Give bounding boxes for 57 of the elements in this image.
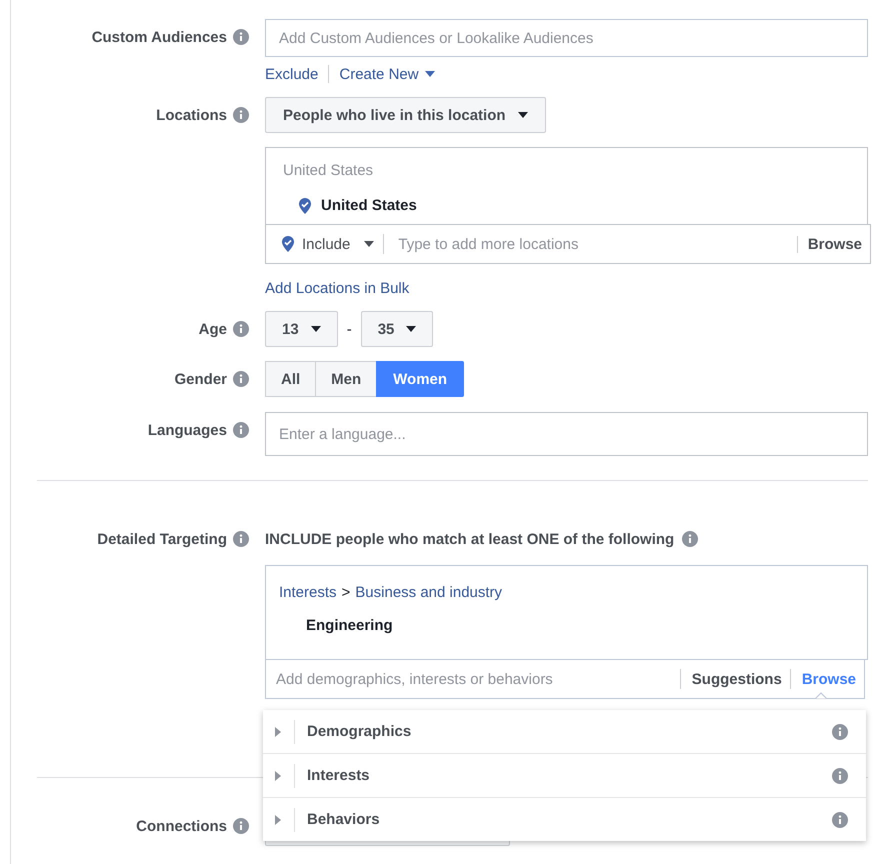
location-type-dropdown[interactable]: People who live in this location [265, 97, 546, 133]
caret-icon [518, 112, 528, 118]
expand-caret-icon[interactable] [274, 770, 282, 780]
field-label: Detailed Targeting [97, 530, 227, 548]
tab[interactable]: Browse [790, 669, 864, 689]
info-icon[interactable] [682, 531, 698, 547]
selected-interest: Engineering [305, 617, 394, 634]
breadcrumb-link[interactable]: Interests [279, 584, 337, 601]
info-icon[interactable] [832, 812, 848, 828]
bulk-link[interactable]: Add Locations in Bulk [265, 280, 410, 297]
field-label: Age [198, 320, 227, 338]
selected-location: United States [321, 197, 417, 214]
menu-item[interactable]: Interests [263, 754, 866, 798]
info-icon[interactable] [233, 371, 249, 387]
breadcrumb-link[interactable]: Business and industry [355, 584, 502, 601]
gender-option[interactable]: Women [376, 361, 464, 397]
include-dropdown[interactable]: Include [266, 234, 384, 254]
field-label: Locations [156, 106, 227, 124]
menu-item[interactable]: Demographics [263, 710, 866, 754]
custom-audiences-field[interactable]: Add Custom Audiences or Lookalike Audiences [265, 19, 868, 57]
tab[interactable]: Suggestions [680, 669, 790, 689]
field-label: Connections [136, 818, 227, 834]
expand-caret-icon[interactable] [274, 814, 282, 824]
pointer-icon [815, 692, 827, 699]
info-icon[interactable] [233, 422, 249, 438]
field-label: Gender [174, 370, 227, 388]
link[interactable]: Create New [339, 66, 435, 82]
info-icon[interactable] [233, 107, 249, 123]
caret-icon [424, 71, 435, 77]
gender-option[interactable]: Men [315, 361, 378, 397]
targeting-search-bar[interactable]: Add demographics, interests or behaviors Suggestions Browse [265, 660, 865, 699]
location-group-title: United States [283, 162, 374, 179]
include-heading: INCLUDE people who match at least ONE of the following [265, 530, 674, 548]
browse-button[interactable]: Browse [796, 236, 870, 252]
location-search-bar[interactable]: Include Type to add more locations Browse [265, 224, 871, 264]
breadcrumb-separator: > [342, 584, 350, 601]
info-icon[interactable] [832, 724, 848, 740]
info-icon[interactable] [233, 321, 249, 337]
info-icon[interactable] [233, 531, 249, 547]
location-pin-icon [282, 236, 294, 252]
menu-item[interactable]: Behaviors [263, 798, 866, 841]
age-max-dropdown[interactable]: 35 [360, 311, 434, 347]
caret-icon [310, 326, 321, 332]
info-icon[interactable] [832, 768, 848, 784]
link[interactable]: Exclude [265, 66, 318, 82]
field-label: Custom Audiences [92, 28, 227, 46]
age-separator: - [346, 320, 352, 338]
field-label: Languages [148, 422, 227, 438]
caret-icon [406, 326, 416, 332]
age-min-dropdown[interactable]: 13 [265, 311, 338, 347]
info-icon[interactable] [233, 29, 249, 45]
expand-caret-icon[interactable] [274, 726, 282, 736]
caret-icon [364, 241, 374, 247]
languages-field[interactable]: Enter a language... [265, 412, 868, 456]
gender-option[interactable]: All [265, 361, 316, 397]
location-pin-icon [299, 198, 311, 214]
info-icon[interactable] [233, 818, 249, 834]
